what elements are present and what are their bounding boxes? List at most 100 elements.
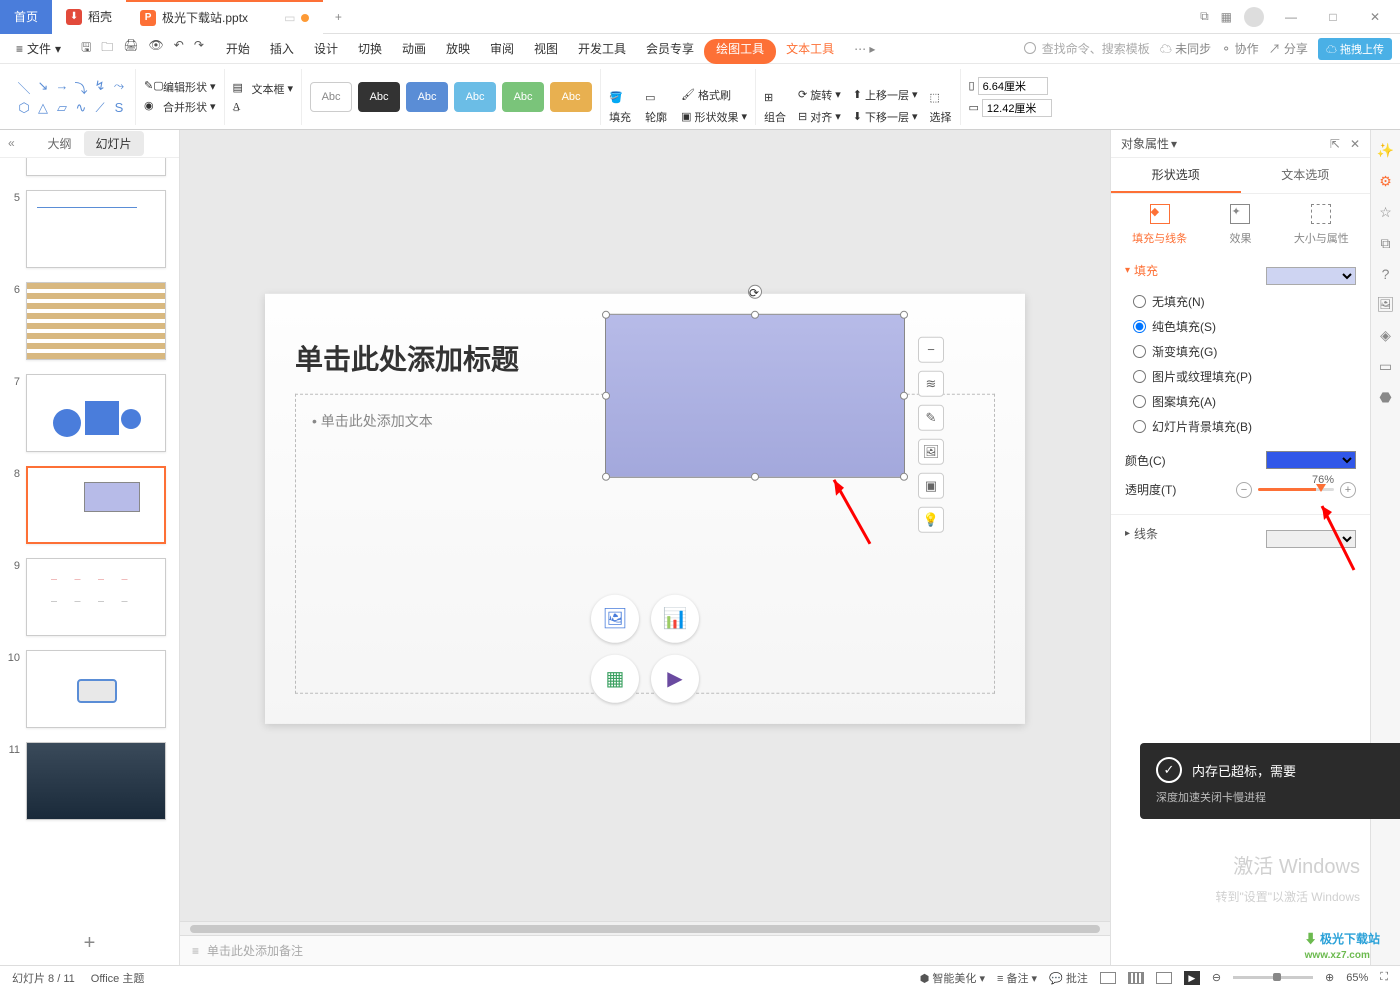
comments-toggle[interactable]: 💬 批注 [1049, 970, 1088, 986]
style-swatch-5[interactable]: Abc [502, 82, 544, 112]
avatar[interactable] [1244, 7, 1264, 27]
radio-pattern-fill[interactable]: 图案填充(A) [1133, 393, 1356, 410]
share-button[interactable]: ↗ 分享 [1269, 40, 1308, 57]
resize-handle-e[interactable] [900, 391, 908, 399]
zoom-slider[interactable] [1233, 976, 1313, 979]
resize-handle-s[interactable] [751, 472, 759, 480]
menu-drawing-tools[interactable]: 绘图工具 [704, 39, 776, 64]
menu-design[interactable]: 设计 [304, 34, 348, 64]
decrease-button[interactable]: − [1236, 482, 1252, 498]
align-button[interactable]: ⊟ 对齐 ▾ [798, 109, 841, 125]
side-beautify-icon[interactable]: ✨ [1377, 142, 1394, 159]
resize-handle-se[interactable] [900, 472, 908, 480]
style-swatch-2[interactable]: Abc [358, 82, 400, 112]
close-button[interactable]: ✕ [1360, 10, 1390, 24]
menu-overflow[interactable]: ⋯ ▸ [844, 34, 885, 64]
notes-bar[interactable]: ≡ 单击此处添加备注 [180, 935, 1110, 965]
menu-transition[interactable]: 切换 [348, 34, 392, 64]
tab-docer[interactable]: ⬇ 稻壳 [52, 0, 126, 34]
group-dropdown[interactable]: ⊞组合 [764, 91, 786, 125]
side-help-icon[interactable]: ? [1382, 266, 1390, 282]
style-swatch-3[interactable]: Abc [406, 82, 448, 112]
menu-animation[interactable]: 动画 [392, 34, 436, 64]
qat-redo-icon[interactable]: ↷ [194, 38, 204, 59]
slide-thumb-11[interactable] [26, 742, 166, 820]
resize-handle-nw[interactable] [602, 310, 610, 318]
side-settings-icon[interactable]: ⚙ [1379, 173, 1392, 190]
insert-image-icon[interactable]: 🖼 [591, 594, 639, 642]
radio-no-fill[interactable]: 无填充(N) [1133, 293, 1356, 310]
insert-table-icon[interactable]: ▦ [591, 654, 639, 702]
fit-window-icon[interactable]: ⛶ [1380, 971, 1388, 984]
close-panel-icon[interactable]: ✕ [1350, 137, 1360, 151]
merge-shape-button[interactable]: ◉合并形状 ▾ [144, 99, 216, 115]
style-swatch-4[interactable]: Abc [454, 82, 496, 112]
slide-thumb-5[interactable] [26, 190, 166, 268]
coop-button[interactable]: ⚬ 协作 [1221, 40, 1258, 57]
pin-icon[interactable]: ⇱ [1330, 137, 1340, 151]
bring-forward-button[interactable]: ⬆ 上移一层 ▾ [853, 87, 918, 103]
select-dropdown[interactable]: ⬚选择 [930, 91, 952, 125]
line-preview-dropdown[interactable] [1266, 530, 1356, 548]
qat-save-icon[interactable]: 🖫 [81, 38, 91, 59]
selected-shape[interactable]: ⟳ − ≋ ✎ 🖼 ▣ 💡 [605, 313, 905, 477]
title-placeholder[interactable]: 单击此处添加标题 [295, 337, 519, 377]
qat-undo-icon[interactable]: ↶ [174, 38, 184, 59]
float-image-icon[interactable]: 🖼 [918, 438, 944, 464]
horizontal-scrollbar[interactable] [180, 921, 1110, 935]
resize-handle-ne[interactable] [900, 310, 908, 318]
height-input[interactable] [978, 77, 1048, 95]
line-section-title[interactable]: 线条 [1125, 525, 1158, 542]
beautify-button[interactable]: ⬢ 智能美化 ▾ [920, 970, 985, 986]
resize-handle-w[interactable] [602, 391, 610, 399]
minimize-button[interactable]: — [1276, 10, 1306, 24]
qat-saveas-icon[interactable]: 🗀 [101, 38, 113, 59]
notification-toast[interactable]: ✓内存已超标，需要 深度加速关闭卡慢进程 [1140, 743, 1400, 819]
collapse-panel-icon[interactable]: « [8, 136, 15, 150]
slideshow-button[interactable]: ▶ [1184, 971, 1200, 985]
zoom-in-icon[interactable]: ⊕ [1325, 971, 1334, 984]
menu-review[interactable]: 审阅 [480, 34, 524, 64]
qat-print-icon[interactable]: 🖨 [123, 38, 138, 59]
slide-viewport[interactable]: 单击此处添加标题 • 单击此处添加文本 🖼 📊 ▦ ▶ ⟳ [180, 130, 1110, 921]
side-star-icon[interactable]: ☆ [1379, 204, 1392, 221]
app-grid-icon[interactable]: ▦ [1221, 10, 1232, 24]
search-input[interactable]: 查找命令、搜索模板 [1024, 40, 1150, 57]
tab-home[interactable]: 首页 [0, 0, 52, 34]
float-collapse-icon[interactable]: − [918, 336, 944, 362]
side-image-icon[interactable]: 🖼 [1377, 296, 1395, 313]
menu-developer[interactable]: 开发工具 [568, 34, 636, 64]
tab-outline[interactable]: 大纲 [35, 131, 83, 156]
rotate-button[interactable]: ⟳ 旋转 ▾ [798, 87, 841, 103]
side-location-icon[interactable]: ◈ [1380, 327, 1391, 344]
menu-view[interactable]: 视图 [524, 34, 568, 64]
side-cube-icon[interactable]: ⬣ [1379, 389, 1391, 406]
zoom-out-icon[interactable]: ⊖ [1212, 971, 1221, 984]
maximize-button[interactable]: □ [1318, 10, 1348, 24]
slide-thumb-10[interactable] [26, 650, 166, 728]
view-reading-icon[interactable] [1156, 972, 1172, 984]
resize-handle-n[interactable] [751, 310, 759, 318]
qat-preview-icon[interactable]: 👁 [149, 38, 164, 59]
side-present-icon[interactable]: ▭ [1379, 358, 1392, 375]
float-layers-icon[interactable]: ≋ [918, 370, 944, 396]
sync-status[interactable]: ☁ 未同步 [1160, 40, 1211, 57]
tab-pin-icon[interactable]: ▭ [284, 11, 295, 25]
side-copy-icon[interactable]: ⧉ [1381, 235, 1391, 252]
menu-slideshow[interactable]: 放映 [436, 34, 480, 64]
radio-gradient-fill[interactable]: 渐变填充(G) [1133, 343, 1356, 360]
resize-handle-sw[interactable] [602, 472, 610, 480]
slide[interactable]: 单击此处添加标题 • 单击此处添加文本 🖼 📊 ▦ ▶ ⟳ [265, 293, 1025, 723]
tab-shape-options[interactable]: 形状选项 [1111, 158, 1241, 193]
slide-thumb-8[interactable] [26, 466, 166, 544]
slide-thumb-4[interactable] [26, 158, 166, 176]
subtab-size[interactable]: 大小与属性 [1294, 204, 1349, 246]
file-menu[interactable]: ≡ 文件 ▾ [8, 40, 69, 57]
increase-button[interactable]: + [1340, 482, 1356, 498]
tab-add[interactable]: + [323, 0, 353, 34]
subtab-effect[interactable]: ✦效果 [1229, 204, 1251, 246]
notes-toggle[interactable]: ≡ 备注 ▾ [997, 970, 1037, 986]
insert-chart-icon[interactable]: 📊 [651, 594, 699, 642]
float-frame-icon[interactable]: ▣ [918, 472, 944, 498]
float-edit-icon[interactable]: ✎ [918, 404, 944, 430]
